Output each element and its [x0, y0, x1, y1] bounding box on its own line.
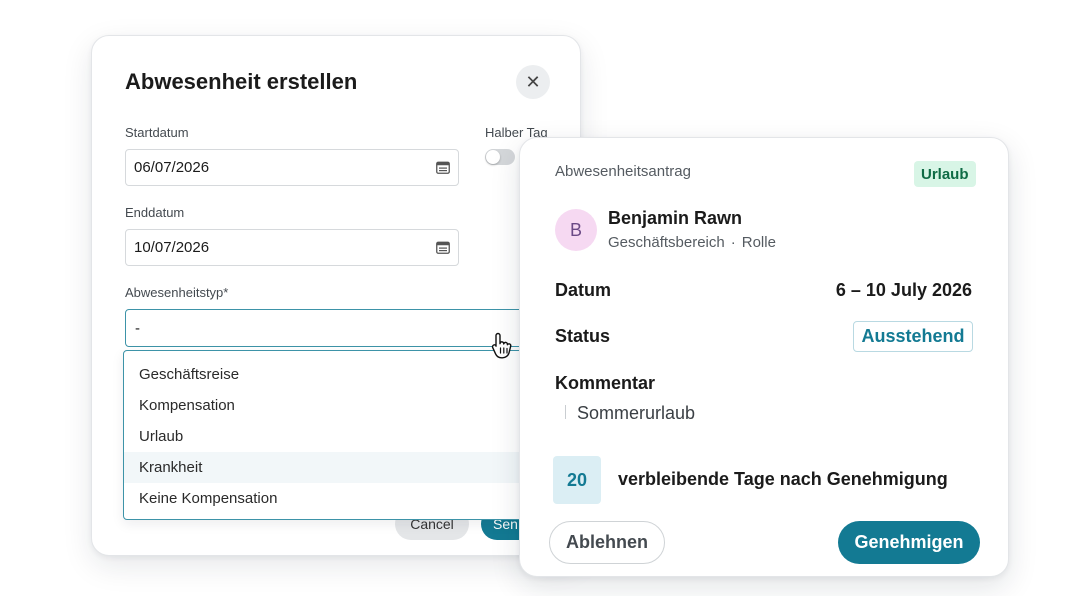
- remaining-days-count: 20: [553, 456, 601, 504]
- calendar-icon[interactable]: [436, 161, 450, 174]
- toggle-knob: [486, 150, 500, 164]
- start-date-label: Startdatum: [125, 125, 189, 140]
- end-date-input[interactable]: 10/07/2026: [125, 229, 459, 266]
- absence-type-dropdown: Geschäftsreise Kompensation Urlaub Krank…: [123, 350, 543, 520]
- end-date-label: Enddatum: [125, 205, 185, 220]
- start-date-value: 06/07/2026: [134, 159, 210, 176]
- employee-role: Rolle: [741, 234, 776, 251]
- status-label: Status: [555, 326, 611, 346]
- comment-divider: [565, 405, 566, 419]
- dialog-title: Abwesenheit erstellen: [125, 69, 358, 94]
- employee-name: Benjamin Rawn: [608, 208, 743, 228]
- dropdown-option[interactable]: Urlaub: [124, 421, 542, 452]
- status-badge: Ausstehend: [853, 321, 973, 352]
- end-date-value: 10/07/2026: [134, 239, 210, 256]
- reject-button[interactable]: Ablehnen: [549, 521, 665, 564]
- employee-department: Geschäftsbereich: [608, 234, 725, 251]
- dropdown-option[interactable]: Geschäftsreise: [124, 359, 542, 390]
- comment-label: Kommentar: [555, 373, 656, 393]
- comment-text: Sommerurlaub: [577, 403, 696, 423]
- close-icon: ✕: [525, 71, 541, 92]
- avatar: B: [555, 209, 597, 251]
- absence-type-value: -: [135, 319, 140, 337]
- create-absence-dialog: Abwesenheit erstellen ✕ Startdatum 06/07…: [91, 35, 581, 556]
- meta-separator: ·: [730, 234, 736, 251]
- hand-cursor-icon: [490, 331, 516, 361]
- close-button[interactable]: ✕: [516, 65, 550, 99]
- start-date-input[interactable]: 06/07/2026: [125, 149, 459, 186]
- employee-meta: Geschäftsbereich · Rolle: [608, 234, 776, 251]
- card-header: Abwesenheitsantrag: [555, 163, 691, 180]
- date-label: Datum: [555, 280, 612, 300]
- date-value: 6 – 10 July 2026: [835, 280, 972, 300]
- absence-request-card: Abwesenheitsantrag Urlaub B Benjamin Raw…: [519, 137, 1009, 577]
- dropdown-option[interactable]: Krankheit: [124, 452, 542, 483]
- dropdown-option[interactable]: Keine Kompensation: [124, 483, 542, 514]
- calendar-icon[interactable]: [436, 241, 450, 254]
- dropdown-option[interactable]: Kompensation: [124, 390, 542, 421]
- approve-button[interactable]: Genehmigen: [838, 521, 980, 564]
- remaining-days-text: verbleibende Tage nach Genehmigung: [618, 469, 948, 489]
- half-day-toggle[interactable]: [485, 149, 515, 165]
- absence-type-label: Abwesenheitstyp*: [125, 285, 229, 300]
- absence-type-badge: Urlaub: [914, 161, 976, 187]
